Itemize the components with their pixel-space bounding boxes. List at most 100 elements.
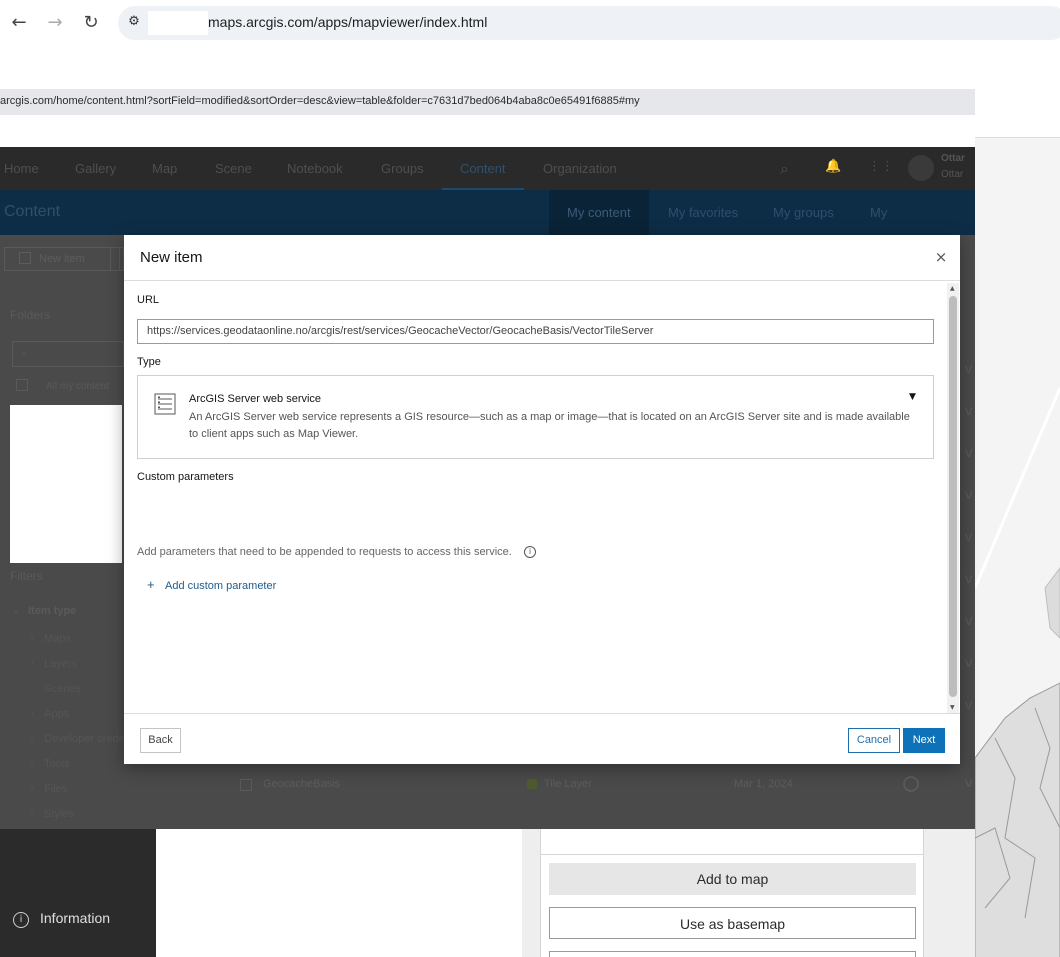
back-arrow-icon[interactable]: ← <box>7 11 31 35</box>
filter-layers[interactable]: Layers <box>44 658 77 670</box>
information-button[interactable]: Information <box>40 910 110 926</box>
filter-item-type[interactable]: Item type <box>28 605 76 617</box>
type-description: An ArcGIS Server web service represents … <box>189 411 910 440</box>
nav-gallery[interactable]: Gallery <box>75 161 116 176</box>
filter-styles[interactable]: Styles <box>44 808 74 820</box>
user-subname: Ottar <box>941 169 964 180</box>
chevron-down-icon[interactable]: ⌄ <box>12 605 20 616</box>
table-row[interactable]: GeocacheBasis Tile Layer Mar 1, 2024 <box>224 772 975 798</box>
reload-icon[interactable]: ↻ <box>79 11 103 35</box>
browser-toolbar: ← → ↻ ⚙ maps.arcgis.com/apps/mapviewer/i… <box>0 0 1060 46</box>
cancel-button[interactable]: Cancel <box>848 728 900 753</box>
row-title[interactable]: GeocacheBasis <box>263 778 340 790</box>
site-info-icon[interactable]: ⚙ <box>124 12 144 32</box>
custom-parameters-help: Add parameters that need to be appended … <box>137 546 512 558</box>
chevron-right-icon[interactable]: › <box>30 633 34 644</box>
avatar[interactable] <box>908 155 934 181</box>
tab-my-favorites[interactable]: My favorites <box>650 190 756 235</box>
more-options-button[interactable] <box>549 951 916 957</box>
content-header: Content My content My favorites My group… <box>0 190 975 265</box>
folders-heading: Folders <box>10 308 51 322</box>
panel-gutter <box>522 829 540 957</box>
notifications-bell-icon[interactable]: 🔔 <box>825 159 841 174</box>
chevron-right-icon[interactable]: › <box>30 658 34 669</box>
forward-arrow-icon[interactable]: → <box>43 11 67 35</box>
add-item-icon <box>19 252 31 264</box>
use-as-basemap-button[interactable]: Use as basemap <box>549 907 916 939</box>
new-item-label: New item <box>39 253 85 265</box>
chevron-right-icon[interactable]: › <box>30 733 34 744</box>
map-view[interactable] <box>975 137 1060 957</box>
nav-scene[interactable]: Scene <box>215 161 252 176</box>
search-icon[interactable]: ⌕ <box>780 159 789 179</box>
filter-files[interactable]: Files <box>44 783 67 795</box>
next-button[interactable]: Next <box>903 728 945 753</box>
row-indicator: V <box>965 532 973 544</box>
url-redaction <box>148 11 208 35</box>
sharing-icon <box>903 776 919 792</box>
filter-apps[interactable]: Apps <box>44 708 69 720</box>
divider <box>541 854 923 855</box>
tab-my-content[interactable]: My content <box>549 190 649 235</box>
filter-maps[interactable]: Maps <box>44 633 71 645</box>
dialog-body: URL https://services.geodataonline.no/ar… <box>124 282 960 714</box>
scrollbar-thumb[interactable] <box>949 296 957 697</box>
dialog-scrollbar[interactable]: ▲ ▼ <box>947 283 959 713</box>
top-navigation: Home Gallery Map Scene Notebook Groups C… <box>0 147 975 190</box>
type-selected-name: ArcGIS Server web service <box>189 393 322 405</box>
nav-content[interactable]: Content <box>460 161 506 176</box>
server-service-icon <box>154 393 176 415</box>
user-name: Ottar <box>941 153 965 164</box>
add-custom-parameter-label: Add custom parameter <box>165 580 277 592</box>
secondary-url: arcgis.com/home/content.html?sortField=m… <box>0 95 640 107</box>
new-item-dialog: New item × URL https://services.geodatao… <box>124 235 960 764</box>
row-indicator: V <box>965 700 973 712</box>
custom-parameters-label: Custom parameters <box>137 471 234 483</box>
row-type: Tile Layer <box>544 778 592 790</box>
type-select[interactable]: ArcGIS Server web service An ArcGIS Serv… <box>137 375 934 459</box>
secondary-address-bar[interactable]: arcgis.com/home/content.html?sortField=m… <box>0 89 975 115</box>
search-icon: ⌕ <box>21 347 28 360</box>
nav-map[interactable]: Map <box>152 161 177 176</box>
filter-scenes[interactable]: Scenes <box>44 683 81 695</box>
folder-search-input[interactable]: ⌕ <box>12 341 124 367</box>
layer-details-panel: Add to map Use as basemap <box>540 829 924 957</box>
close-icon[interactable]: × <box>931 247 951 267</box>
nav-home[interactable]: Home <box>4 161 39 176</box>
row-indicator: V <box>965 658 973 670</box>
tab-my-organization[interactable]: My organization <box>852 190 975 265</box>
chevron-right-icon[interactable]: › <box>30 783 34 794</box>
map-viewer-panel <box>156 829 522 957</box>
row-checkbox[interactable] <box>240 779 252 791</box>
dialog-footer: Back Cancel Next <box>124 713 960 764</box>
address-bar-url[interactable]: maps.arcgis.com/apps/mapviewer/index.htm… <box>208 14 487 30</box>
nav-organization[interactable]: Organization <box>543 161 617 176</box>
tile-layer-icon <box>527 779 537 789</box>
nav-groups[interactable]: Groups <box>381 161 424 176</box>
dialog-header: New item × <box>124 235 960 281</box>
chevron-right-icon[interactable]: › <box>30 808 34 819</box>
type-label: Type <box>137 356 161 368</box>
app-launcher-icon[interactable]: ⋮⋮ <box>868 159 894 174</box>
create-app-button[interactable] <box>110 247 124 271</box>
scroll-up-icon[interactable]: ▲ <box>950 285 955 292</box>
filter-tools[interactable]: Tools <box>44 758 70 770</box>
add-custom-parameter-button[interactable]: + Add custom parameter <box>147 577 276 592</box>
scroll-down-icon[interactable]: ▼ <box>950 704 955 711</box>
row-indicator: V <box>965 490 973 502</box>
chevron-right-icon[interactable]: › <box>30 708 34 719</box>
chevron-right-icon[interactable]: › <box>30 758 34 769</box>
back-button[interactable]: Back <box>140 728 181 753</box>
folder-all-my-content[interactable]: All my content <box>46 381 109 392</box>
url-label: URL <box>137 294 160 306</box>
caret-down-icon[interactable]: ▼ <box>909 392 916 402</box>
nav-notebook[interactable]: Notebook <box>287 161 343 176</box>
new-item-button[interactable]: New item <box>4 247 120 271</box>
row-indicator: V <box>965 574 973 586</box>
filters-heading: Filters <box>10 569 43 583</box>
tab-my-groups[interactable]: My groups <box>755 190 852 235</box>
url-field[interactable]: https://services.geodataonline.no/arcgis… <box>137 319 934 344</box>
add-to-map-button[interactable]: Add to map <box>549 863 916 895</box>
info-icon[interactable]: i <box>524 546 536 558</box>
row-indicator: V <box>965 448 973 460</box>
